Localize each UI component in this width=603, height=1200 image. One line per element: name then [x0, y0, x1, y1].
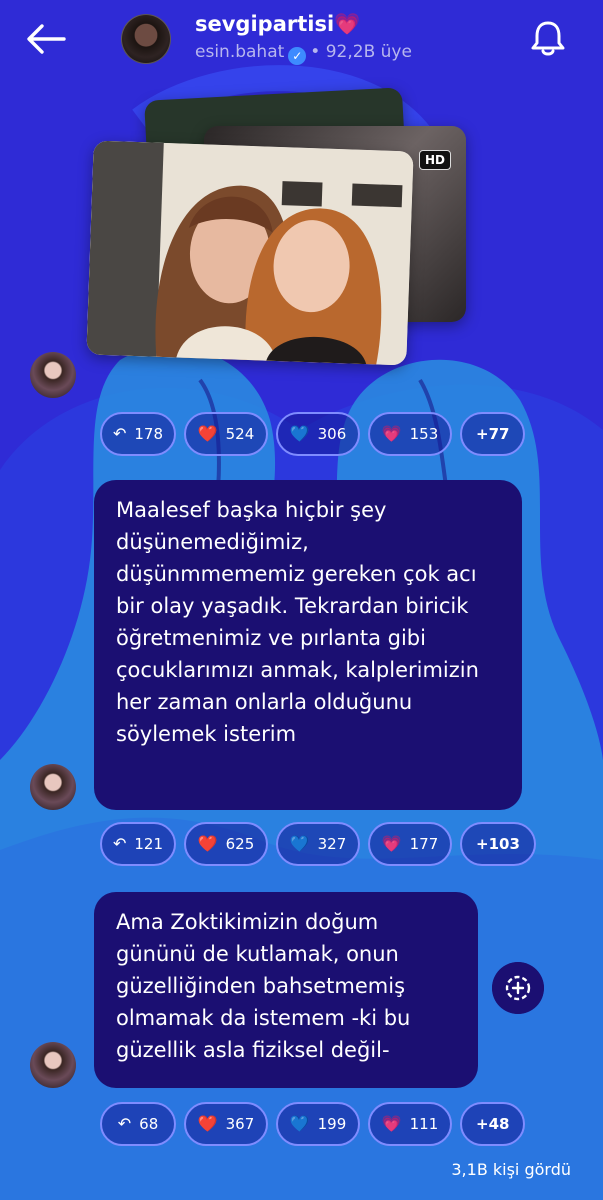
photo-two-girls: [86, 140, 414, 366]
separator-dot: •: [310, 42, 321, 62]
message-text: Maalesef başka hiçbir şey düşünemediğimi…: [116, 498, 479, 746]
reply-count-button[interactable]: ↶ 68: [100, 1102, 176, 1146]
channel-header: sevgipartisi💗 esin.bahat ✓ • 92,2B üye: [0, 0, 603, 80]
reaction-count: 306: [317, 425, 347, 443]
reaction-count: 367: [225, 1115, 255, 1133]
pink-heart-icon: 💗: [381, 1114, 402, 1133]
reaction-count: 153: [409, 425, 439, 443]
sender-avatar[interactable]: [30, 352, 76, 398]
member-count: 92,2B üye: [325, 42, 412, 62]
reply-count: 68: [139, 1115, 159, 1133]
red-heart-icon: ❤️: [197, 834, 218, 853]
hd-badge: HD: [419, 150, 452, 170]
reply-arrow-icon: ↶: [112, 424, 127, 443]
more-reactions-button[interactable]: +103: [460, 822, 536, 866]
red-heart-icon: ❤️: [197, 1114, 218, 1133]
sender-avatar[interactable]: [30, 764, 76, 810]
more-reactions-button[interactable]: +48: [460, 1102, 526, 1146]
verified-badge-icon: ✓: [288, 47, 307, 65]
bell-icon[interactable]: [528, 18, 568, 58]
channel-emoji: 💗: [334, 12, 361, 36]
reaction-blue-heart[interactable]: 💙 199: [276, 1102, 360, 1146]
reply-count: 121: [134, 835, 164, 853]
message-bubble[interactable]: Ama Zoktikimizin doğum gününü de kutlama…: [94, 892, 478, 1088]
pink-heart-icon: 💗: [381, 424, 402, 443]
message-bubble[interactable]: Maalesef başka hiçbir şey düşünemediğimi…: [94, 480, 522, 810]
owner-name: esin.bahat: [195, 42, 285, 62]
red-heart-icon: ❤️: [197, 424, 218, 443]
view-count: 3,1B kişi gördü: [451, 1160, 571, 1179]
reaction-count: 327: [317, 835, 347, 853]
channel-subtitle: esin.bahat ✓ • 92,2B üye: [195, 42, 412, 65]
reaction-count: 177: [409, 835, 439, 853]
reaction-blue-heart[interactable]: 💙 306: [276, 412, 360, 456]
reaction-count: 625: [225, 835, 255, 853]
message-text: Ama Zoktikimizin doğum gününü de kutlama…: [116, 910, 411, 1062]
blue-heart-icon: 💙: [289, 834, 310, 853]
reaction-pink-heart[interactable]: 💗 111: [368, 1102, 452, 1146]
more-reactions-button[interactable]: +77: [460, 412, 526, 456]
reply-arrow-icon: ↶: [117, 1114, 132, 1133]
sender-avatar[interactable]: [30, 1042, 76, 1088]
blue-heart-icon: 💙: [289, 1114, 310, 1133]
reaction-bar: ↶ 178 ❤️ 524 💙 306 💗 153 +77: [100, 412, 526, 458]
blue-heart-icon: 💙: [289, 424, 310, 443]
pink-heart-icon: 💗: [381, 834, 402, 853]
reply-count-button[interactable]: ↶ 178: [100, 412, 176, 456]
reaction-bar: ↶ 68 ❤️ 367 💙 199 💗 111 +48: [100, 1102, 526, 1148]
reaction-count: 199: [317, 1115, 347, 1133]
reaction-count: 524: [225, 425, 255, 443]
reaction-red-heart[interactable]: ❤️ 524: [184, 412, 268, 456]
add-reaction-button[interactable]: [492, 962, 544, 1014]
reply-arrow-icon: ↶: [112, 834, 127, 853]
channel-name: sevgipartisi: [195, 12, 335, 36]
reply-count-button[interactable]: ↶ 121: [100, 822, 176, 866]
reaction-bar: ↶ 121 ❤️ 625 💙 327 💗 177 +103: [100, 822, 536, 868]
media-card-front: [86, 140, 414, 366]
reply-count: 178: [134, 425, 164, 443]
media-album-stack[interactable]: HD: [86, 87, 476, 372]
channel-title[interactable]: sevgipartisi💗: [195, 12, 360, 37]
reaction-pink-heart[interactable]: 💗 153: [368, 412, 452, 456]
back-arrow-icon[interactable]: [24, 22, 68, 56]
reaction-count: 111: [409, 1115, 439, 1133]
channel-avatar[interactable]: [121, 14, 171, 64]
reaction-red-heart[interactable]: ❤️ 367: [184, 1102, 268, 1146]
reaction-pink-heart[interactable]: 💗 177: [368, 822, 452, 866]
reaction-blue-heart[interactable]: 💙 327: [276, 822, 360, 866]
reaction-red-heart[interactable]: ❤️ 625: [184, 822, 268, 866]
